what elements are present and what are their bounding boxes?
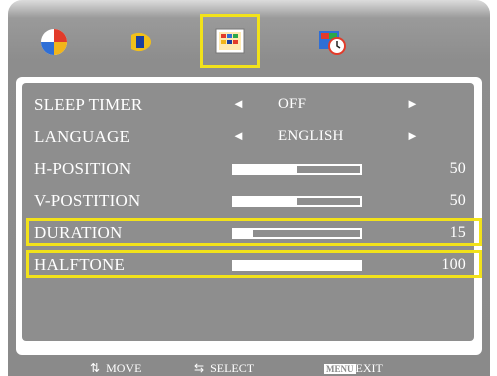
tab-timer[interactable] — [308, 18, 356, 66]
sleep-timer-value: OFF — [278, 96, 307, 112]
v-position-value: 50 — [449, 192, 466, 209]
menu-key-icon: MENU — [324, 363, 356, 374]
language-right-arrow[interactable]: ► — [406, 128, 419, 144]
sleep-timer-right-arrow[interactable]: ► — [406, 96, 419, 112]
timer-setting-icon — [319, 31, 346, 55]
h-position-slider[interactable] — [232, 164, 362, 175]
h-position-label: H-POSITION — [34, 159, 132, 178]
footer-exit: MENU EXIT — [324, 361, 383, 376]
v-position-fill — [234, 198, 297, 205]
menu-item-h-position[interactable]: H-POSITION 50 — [22, 157, 474, 181]
halftone-highlight — [26, 250, 482, 278]
sleep-timer-left-arrow[interactable]: ◄ — [232, 96, 245, 112]
menu-panel: SLEEP TIMER ◄ OFF ► LANGUAGE ◄ ENGLISH ►… — [22, 83, 474, 341]
tab-picture[interactable] — [30, 18, 78, 66]
left-right-arrows-icon: ⇆ — [194, 361, 205, 375]
language-label: LANGUAGE — [34, 127, 131, 146]
tab-audio[interactable] — [116, 18, 164, 66]
h-position-value: 50 — [449, 160, 466, 177]
tab-osd-setting[interactable] — [200, 14, 260, 68]
v-position-label: V-POSTITION — [34, 191, 141, 210]
move-label: MOVE — [106, 361, 142, 375]
osd-footer: ⇅ MOVE ⇆ SELECT MENU EXIT — [8, 357, 490, 376]
up-down-arrows-icon: ⇅ — [90, 361, 101, 375]
color-picture-icon — [41, 29, 67, 55]
osd-setting-icon — [215, 28, 245, 54]
sleep-timer-label: SLEEP TIMER — [34, 95, 143, 114]
footer-move: ⇅ MOVE — [90, 361, 141, 376]
menu-item-v-position[interactable]: V-POSTITION 50 — [22, 189, 474, 213]
footer-select: ⇆ SELECT — [194, 361, 254, 376]
exit-label: EXIT — [355, 361, 383, 375]
select-label: SELECT — [210, 361, 255, 375]
menu-item-sleep-timer[interactable]: SLEEP TIMER ◄ OFF ► — [22, 93, 474, 117]
menu-item-language[interactable]: LANGUAGE ◄ ENGLISH ► — [22, 125, 474, 149]
language-left-arrow[interactable]: ◄ — [232, 128, 245, 144]
v-position-slider[interactable] — [232, 196, 362, 207]
h-position-fill — [234, 166, 297, 173]
duration-highlight — [26, 218, 482, 246]
audio-icon — [131, 32, 151, 52]
osd-menu: SLEEP TIMER ◄ OFF ► LANGUAGE ◄ ENGLISH ►… — [8, 0, 490, 376]
language-value: ENGLISH — [278, 128, 344, 144]
